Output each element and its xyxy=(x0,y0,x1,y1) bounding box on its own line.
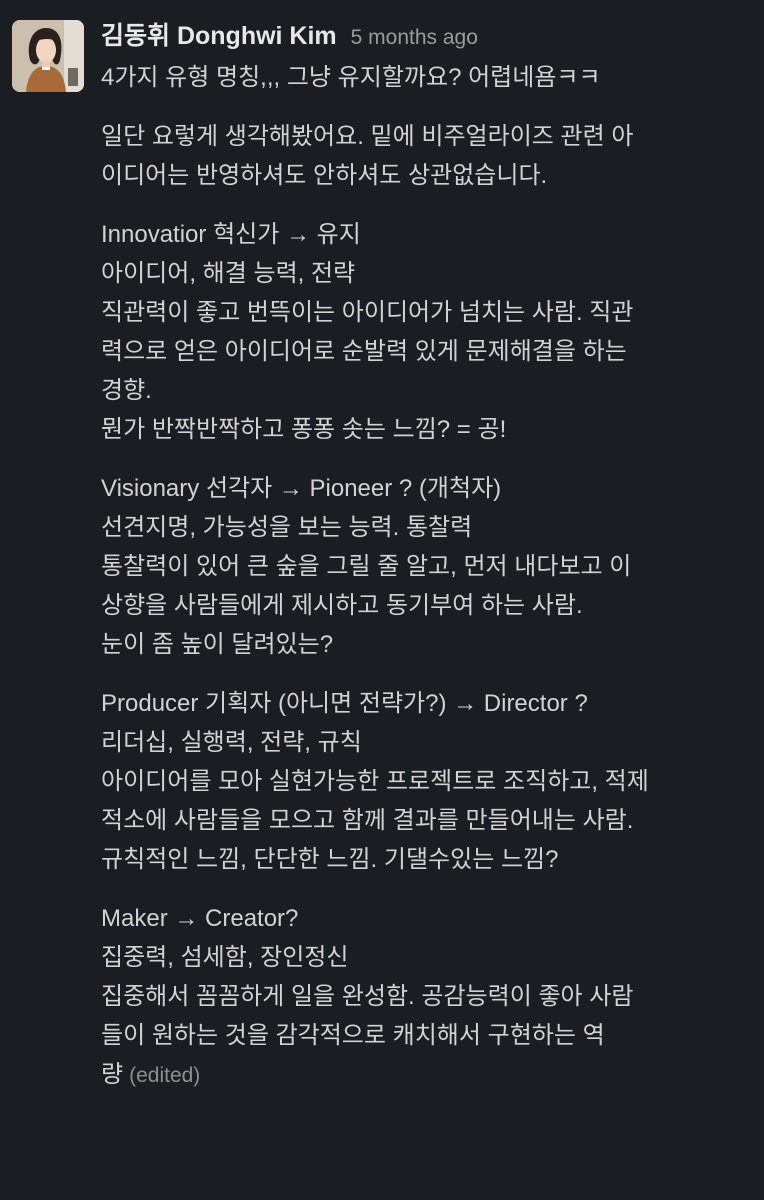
avatar[interactable] xyxy=(12,20,84,92)
message: 김동휘 Donghwi Kim 5 months ago 4가지 유형 명칭,,… xyxy=(0,0,764,1200)
message-line: 4가지 유형 명칭,,, 그냥 유지할까요? 어렵네욤ㅋㅋ xyxy=(101,64,601,91)
section-heading: Maker → Creator? xyxy=(101,905,299,932)
message-line: 들이 원하는 것을 감각적으로 캐치해서 구현하는 역 xyxy=(101,1022,605,1049)
section-heading: Producer 기획자 (아니면 전략가?) → Director ? xyxy=(101,690,588,717)
avatar-photo xyxy=(12,20,84,92)
message-header: 김동휘 Donghwi Kim 5 months ago xyxy=(101,16,751,58)
message-line: 눈이 좀 높이 달려있는? xyxy=(101,631,334,658)
message-line: 아이디어를 모아 실현가능한 프로젝트로 조직하고, 적제 xyxy=(101,768,649,795)
message-line: 이디어는 반영하셔도 안하셔도 상관없습니다. xyxy=(101,162,548,189)
sender-name[interactable]: 김동휘 Donghwi Kim xyxy=(101,16,337,52)
message-content: 김동휘 Donghwi Kim 5 months ago 4가지 유형 명칭,,… xyxy=(101,16,751,1095)
message-line: 통찰력이 있어 큰 숲을 그릴 줄 알고, 먼저 내다보고 이 xyxy=(101,553,632,580)
message-line: 력으로 얻은 아이디어로 순발력 있게 문제해결을 하는 xyxy=(101,338,627,365)
message-line: 집중력, 섬세함, 장인정신 xyxy=(101,944,349,971)
message-line: 선견지명, 가능성을 보는 능력. 통찰력 xyxy=(101,514,473,541)
timestamp[interactable]: 5 months ago xyxy=(351,26,478,50)
message-line: 경향. xyxy=(101,377,152,404)
message-line: 아이디어, 해결 능력, 전략 xyxy=(101,260,356,287)
section-heading: Visionary 선각자 → Pioneer ? (개척자) xyxy=(101,475,502,502)
message-line: 규칙적인 느낌, 단단한 느낌. 기댈수있는 느낌? xyxy=(101,846,559,873)
message-line: 상향을 사람들에게 제시하고 동기부여 하는 사람. xyxy=(101,592,583,619)
edited-label: (edited) xyxy=(129,1064,201,1087)
message-line-text: 량 xyxy=(101,1061,124,1088)
message-line: 적소에 사람들을 모으고 함께 결과를 만들어내는 사람. xyxy=(101,807,634,834)
message-last-line: 량 (edited) xyxy=(101,1055,751,1095)
message-line: 일단 요렇게 생각해봤어요. 밑에 비주얼라이즈 관련 아 xyxy=(101,123,634,150)
message-line: 집중해서 꼼꼼하게 일을 완성함. 공감능력이 좋아 사람 xyxy=(101,983,634,1010)
message-line: 리더십, 실행력, 전략, 규칙 xyxy=(101,729,362,756)
message-line: 뭔가 반짝반짝하고 퐁퐁 솟는 느낌? = 공! xyxy=(101,416,507,443)
message-line: 직관력이 좋고 번뜩이는 아이디어가 넘치는 사람. 직관 xyxy=(101,299,634,326)
section-heading: Innovatior 혁신가 → 유지 xyxy=(101,221,361,248)
